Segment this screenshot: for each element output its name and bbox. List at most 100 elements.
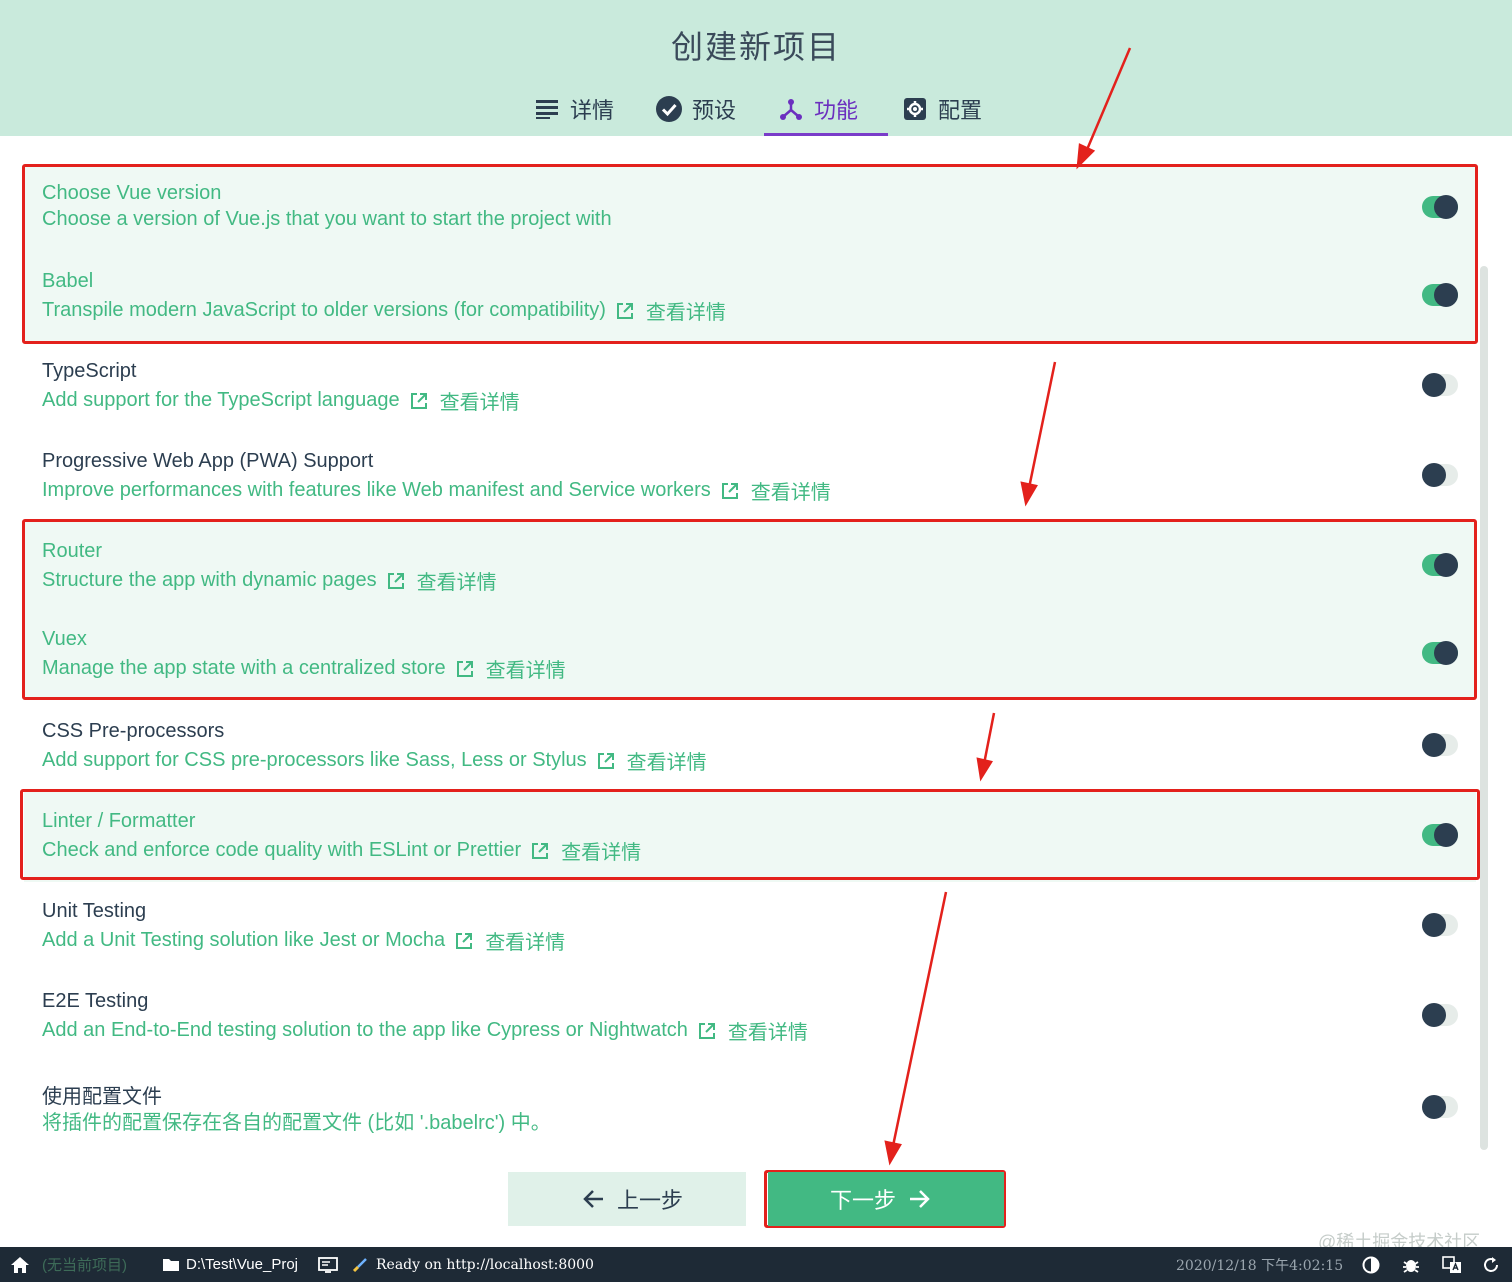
- more-info-link[interactable]: 查看详情: [410, 386, 520, 415]
- page-title: 创建新项目: [670, 29, 841, 65]
- gear-box-icon: [902, 96, 928, 122]
- external-link-icon: [387, 572, 404, 589]
- feature-toggle[interactable]: [1422, 913, 1458, 937]
- console-icon[interactable]: [318, 1247, 338, 1282]
- feature-item-linter[interactable]: Linter / Formatter Check and enforce cod…: [24, 792, 1476, 882]
- more-info-link[interactable]: 查看详情: [721, 476, 831, 505]
- feature-name: Progressive Web App (PWA) Support: [42, 450, 374, 472]
- refresh-icon[interactable]: [1482, 1247, 1500, 1282]
- tab-label: 功能: [814, 98, 859, 123]
- feature-toggle[interactable]: [1422, 553, 1458, 577]
- feature-description: Improve performances with features like …: [42, 479, 711, 501]
- feature-name: Babel: [42, 270, 94, 292]
- check-circle-icon: [656, 96, 682, 122]
- external-link-icon: [616, 302, 633, 319]
- header: 创建新项目 详情 预设 功能 配置: [0, 0, 1512, 136]
- tab-label: 详情: [570, 98, 615, 123]
- tab-label: 预设: [692, 98, 737, 123]
- toggle-knob: [1422, 1003, 1446, 1027]
- external-link-icon: [698, 1022, 715, 1039]
- log-status[interactable]: Ready on http://localhost:8000: [352, 1247, 594, 1282]
- status-bar: (无当前项目) D:\Test\Vue_Proj Ready on http:/…: [0, 1247, 1512, 1282]
- feature-name: 使用配置文件: [42, 1086, 162, 1108]
- toggle-knob: [1422, 1095, 1446, 1119]
- feature-item-unit-testing[interactable]: Unit Testing Add a Unit Testing solution…: [24, 882, 1476, 972]
- toggle-knob: [1422, 463, 1446, 487]
- feature-item-e2e-testing[interactable]: E2E Testing Add an End-to-End testing so…: [24, 972, 1476, 1062]
- feature-name: Unit Testing: [42, 900, 147, 922]
- translate-icon[interactable]: [1442, 1247, 1462, 1282]
- arrow-left-icon: [583, 1190, 603, 1208]
- toggle-knob: [1422, 913, 1446, 937]
- toggle-knob: [1434, 553, 1458, 577]
- feature-item-config-files[interactable]: 使用配置文件 将插件的配置保存在各自的配置文件 (比如 '.babelrc') …: [24, 1062, 1476, 1152]
- feature-description: Add a Unit Testing solution like Jest or…: [42, 929, 446, 951]
- current-project[interactable]: (无当前项目): [42, 1247, 127, 1282]
- feature-item-vue-version[interactable]: Choose Vue version Choose a version of V…: [24, 164, 1476, 254]
- feature-name: Vuex: [42, 628, 87, 650]
- feature-toggle[interactable]: [1422, 283, 1458, 307]
- fork-icon: [778, 96, 804, 122]
- feature-item-router[interactable]: Router Structure the app with dynamic pa…: [24, 522, 1476, 612]
- previous-button[interactable]: 上一步: [508, 1172, 746, 1226]
- tab-presets[interactable]: 预设: [642, 82, 764, 136]
- feature-toggle[interactable]: [1422, 641, 1458, 665]
- feature-toggle[interactable]: [1422, 373, 1458, 397]
- more-info-link[interactable]: 查看详情: [531, 836, 641, 865]
- project-path[interactable]: D:\Test\Vue_Proj: [162, 1247, 298, 1282]
- feature-item-pwa[interactable]: Progressive Web App (PWA) Support Improv…: [24, 432, 1476, 522]
- toggle-knob: [1434, 195, 1458, 219]
- tab-config[interactable]: 配置: [888, 82, 1010, 136]
- folder-icon: [163, 1258, 179, 1271]
- feature-description: 将插件的配置保存在各自的配置文件 (比如 '.babelrc') 中。: [42, 1112, 551, 1134]
- external-link-icon: [456, 932, 473, 949]
- toggle-knob: [1422, 733, 1446, 757]
- feature-name: TypeScript: [42, 360, 137, 382]
- feature-description: Add support for the TypeScript language: [42, 389, 400, 411]
- next-button[interactable]: 下一步: [768, 1172, 1004, 1226]
- more-info-link[interactable]: 查看详情: [616, 296, 726, 325]
- feature-item-vuex[interactable]: Vuex Manage the app state with a central…: [24, 610, 1476, 700]
- datetime: 2020/12/18 下午4:02:15: [1176, 1257, 1344, 1274]
- bug-icon[interactable]: [1402, 1247, 1420, 1282]
- arrow-right-icon: [910, 1190, 930, 1208]
- tab-bar: 详情 预设 功能 配置: [520, 82, 1010, 136]
- feature-description: Manage the app state with a centralized …: [42, 657, 446, 679]
- tab-label: 配置: [938, 98, 983, 123]
- feature-name: Choose Vue version: [42, 182, 222, 204]
- more-info-link[interactable]: 查看详情: [455, 926, 565, 955]
- feature-description: Transpile modern JavaScript to older ver…: [42, 299, 606, 321]
- more-info-link[interactable]: 查看详情: [698, 1016, 808, 1045]
- more-info-link[interactable]: 查看详情: [597, 746, 707, 775]
- feature-description: Add support for CSS pre-processors like …: [42, 749, 587, 771]
- feature-item-typescript[interactable]: TypeScript Add support for the TypeScrip…: [24, 342, 1476, 432]
- list-icon: [534, 96, 560, 122]
- feature-description: Choose a version of Vue.js that you want…: [42, 208, 612, 230]
- feature-name: Router: [42, 540, 103, 562]
- feature-item-babel[interactable]: Babel Transpile modern JavaScript to old…: [24, 252, 1476, 342]
- feature-name: CSS Pre-processors: [42, 720, 225, 742]
- feature-toggle[interactable]: [1422, 195, 1458, 219]
- toggle-knob: [1434, 283, 1458, 307]
- brush-icon: [352, 1257, 367, 1272]
- tab-details[interactable]: 详情: [520, 82, 642, 136]
- tab-features[interactable]: 功能: [764, 82, 888, 136]
- feature-item-css-preprocessors[interactable]: CSS Pre-processors Add support for CSS p…: [24, 702, 1476, 792]
- feature-toggle[interactable]: [1422, 1095, 1458, 1119]
- external-link-icon: [456, 660, 473, 677]
- scrollbar[interactable]: [1480, 266, 1488, 1150]
- external-link-icon: [721, 482, 738, 499]
- more-info-link[interactable]: 查看详情: [387, 566, 497, 595]
- dark-mode-icon[interactable]: [1362, 1247, 1380, 1282]
- feature-toggle[interactable]: [1422, 1003, 1458, 1027]
- feature-description: Structure the app with dynamic pages: [42, 569, 377, 591]
- feature-toggle[interactable]: [1422, 823, 1458, 847]
- toggle-knob: [1422, 373, 1446, 397]
- more-info-link[interactable]: 查看详情: [456, 654, 566, 683]
- feature-name: Linter / Formatter: [42, 810, 196, 832]
- external-link-icon: [410, 392, 427, 409]
- feature-toggle[interactable]: [1422, 463, 1458, 487]
- home-icon[interactable]: [10, 1247, 30, 1282]
- feature-toggle[interactable]: [1422, 733, 1458, 757]
- toggle-knob: [1434, 641, 1458, 665]
